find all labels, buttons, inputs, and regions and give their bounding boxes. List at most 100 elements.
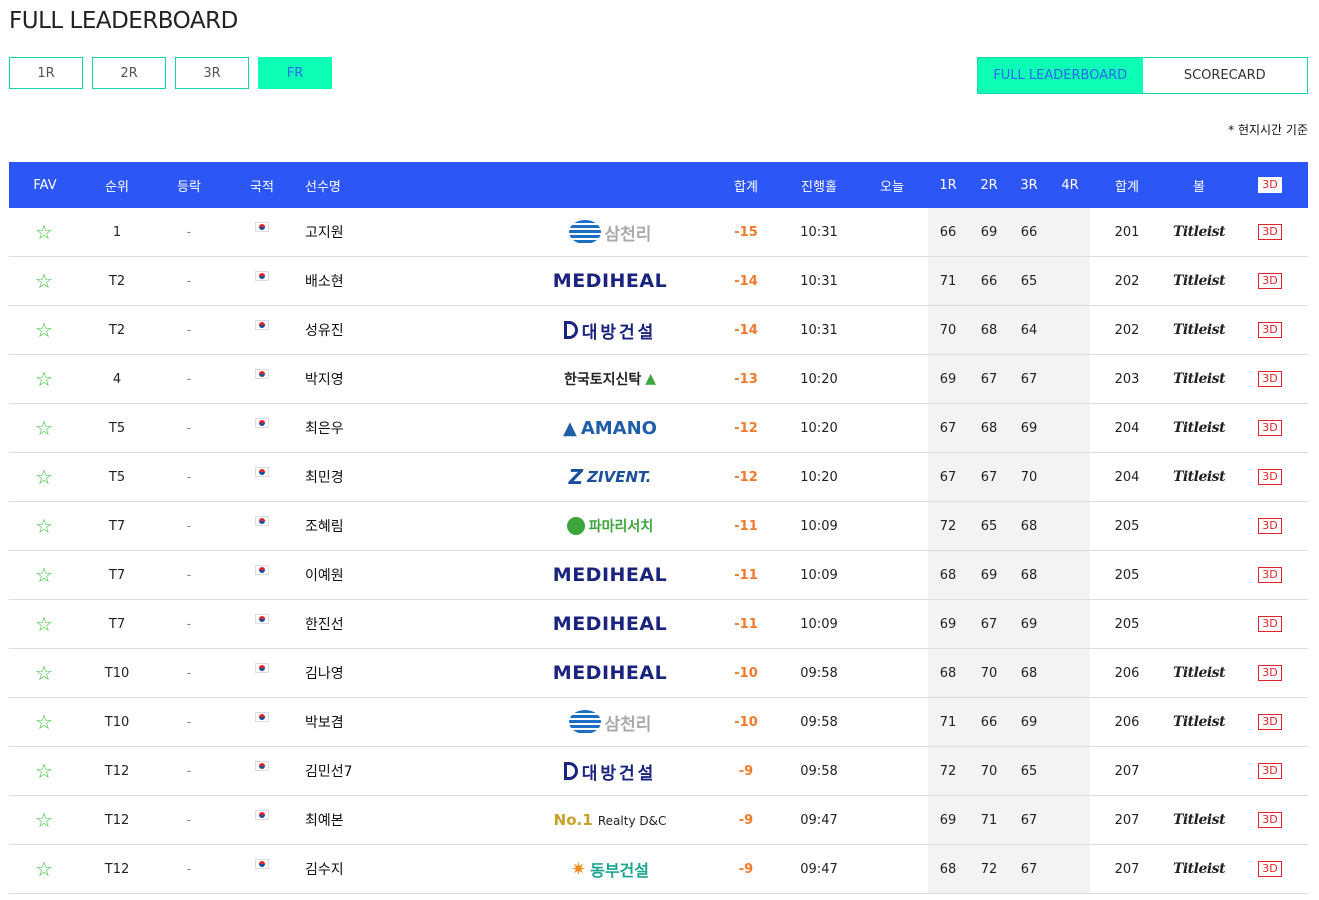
view-3d-button[interactable]: 3D xyxy=(1258,420,1282,436)
round-3-score: 68 xyxy=(1020,665,1038,681)
pamari-logo-icon xyxy=(566,517,585,535)
view-3d-button[interactable]: 3D xyxy=(1258,665,1282,681)
total-strokes: 205 xyxy=(1114,567,1140,583)
view-3d-button[interactable]: 3D xyxy=(1258,322,1282,338)
sponsor-name: MEDIHEAL xyxy=(552,270,668,292)
position-change: - xyxy=(186,861,192,877)
round-3-score: 69 xyxy=(1020,714,1038,730)
round-1-score: 69 xyxy=(939,812,957,828)
sponsor-logo: 대방건설 xyxy=(563,318,657,343)
scorecard-button[interactable]: SCORECARD xyxy=(1143,58,1308,93)
thru: 10:20 xyxy=(800,371,838,387)
favorite-star-icon[interactable]: ☆ xyxy=(35,514,53,538)
sponsor-logo: MEDIHEAL xyxy=(553,613,667,635)
lt-logo-icon: ▲ xyxy=(645,371,657,387)
player-name[interactable]: 박지영 xyxy=(305,355,425,403)
round-1-score: 70 xyxy=(939,322,957,338)
favorite-star-icon[interactable]: ☆ xyxy=(35,661,53,685)
samchully-logo-icon xyxy=(568,220,601,244)
round-2-score: 67 xyxy=(980,371,998,387)
view-3d-button[interactable]: 3D xyxy=(1258,616,1282,632)
player-name[interactable]: 최예본 xyxy=(305,796,425,844)
full-leaderboard-button[interactable]: FULL LEADERBOARD xyxy=(978,58,1143,93)
player-name[interactable]: 배소현 xyxy=(305,257,425,305)
sponsor-logo: ✷ 동부건설 xyxy=(571,857,649,881)
sponsor-name: 한국토지신탁 xyxy=(563,372,642,388)
view-3d-button[interactable]: 3D xyxy=(1258,763,1282,779)
ball-brand: Titleist xyxy=(1172,371,1226,387)
view-3d-button[interactable]: 3D xyxy=(1258,812,1282,828)
favorite-star-icon[interactable]: ☆ xyxy=(35,465,53,489)
favorite-star-icon[interactable]: ☆ xyxy=(35,416,53,440)
thru: 09:58 xyxy=(800,665,838,681)
daebang-logo-icon xyxy=(563,762,578,780)
tab-1r[interactable]: 1R xyxy=(9,57,83,89)
round-1-score: 68 xyxy=(939,567,957,583)
header-rank: 순위 xyxy=(105,179,129,195)
player-name[interactable]: 한진선 xyxy=(305,600,425,648)
player-name[interactable]: 조혜림 xyxy=(305,502,425,550)
player-name[interactable]: 김수지 xyxy=(305,845,425,893)
sponsor-logo: 삼천리 xyxy=(568,220,651,245)
leaderboard-table: FAV 순위 등락 국적 선수명 합계 진행홀 오늘 1R 2R 3R 4R 합… xyxy=(9,162,1308,894)
korea-flag-icon xyxy=(255,222,269,232)
view-3d-button[interactable]: 3D xyxy=(1258,224,1282,240)
view-3d-button[interactable]: 3D xyxy=(1258,861,1282,877)
sponsor-logo: MEDIHEAL xyxy=(553,270,667,292)
amano-logo-icon: ▲ xyxy=(563,417,577,439)
player-name[interactable]: 성유진 xyxy=(305,306,425,354)
round-3-score: 66 xyxy=(1020,224,1038,240)
round-2-score: 71 xyxy=(980,812,998,828)
view-3d-button[interactable]: 3D xyxy=(1258,518,1282,534)
player-name[interactable]: 이예원 xyxy=(305,551,425,599)
round-1-score: 67 xyxy=(939,469,957,485)
tab-3r[interactable]: 3R xyxy=(175,57,249,89)
favorite-star-icon[interactable]: ☆ xyxy=(35,612,53,636)
view-3d-button[interactable]: 3D xyxy=(1258,371,1282,387)
player-name[interactable]: 고지원 xyxy=(305,208,425,256)
favorite-star-icon[interactable]: ☆ xyxy=(35,857,53,881)
player-name[interactable]: 최민경 xyxy=(305,453,425,501)
favorite-star-icon[interactable]: ☆ xyxy=(35,220,53,244)
thru: 10:09 xyxy=(800,567,838,583)
rank: T12 xyxy=(104,763,130,779)
round-1-score: 72 xyxy=(939,518,957,534)
position-change: - xyxy=(186,322,192,338)
round-2-score: 70 xyxy=(980,665,998,681)
rank: T2 xyxy=(108,322,126,338)
round-1-score: 68 xyxy=(939,861,957,877)
position-change: - xyxy=(186,224,192,240)
view-3d-button[interactable]: 3D xyxy=(1258,273,1282,289)
thru: 10:09 xyxy=(800,518,838,534)
korea-flag-icon xyxy=(255,369,269,379)
favorite-star-icon[interactable]: ☆ xyxy=(35,563,53,587)
view-3d-button[interactable]: 3D xyxy=(1258,714,1282,730)
view-3d-button[interactable]: 3D xyxy=(1258,567,1282,583)
player-name[interactable]: 최은우 xyxy=(305,404,425,452)
round-1-score: 67 xyxy=(939,420,957,436)
table-row: ☆ T12 - 김수지 ✷ 동부건설 -9 09:47 68 72 67 207 … xyxy=(9,845,1308,894)
round-3-score: 68 xyxy=(1020,567,1038,583)
favorite-star-icon[interactable]: ☆ xyxy=(35,808,53,832)
sponsor-name: MEDIHEAL xyxy=(552,662,668,684)
favorite-star-icon[interactable]: ☆ xyxy=(35,759,53,783)
tab-2r[interactable]: 2R xyxy=(92,57,166,89)
round-3-score: 67 xyxy=(1020,371,1038,387)
header-move: 등락 xyxy=(177,179,201,195)
position-change: - xyxy=(186,567,192,583)
total-strokes: 202 xyxy=(1114,273,1140,289)
page-title: FULL LEADERBOARD xyxy=(9,8,238,34)
tab-fr[interactable]: FR xyxy=(258,57,332,89)
favorite-star-icon[interactable]: ☆ xyxy=(35,269,53,293)
favorite-star-icon[interactable]: ☆ xyxy=(35,367,53,391)
rank: T2 xyxy=(108,273,126,289)
view-3d-button[interactable]: 3D xyxy=(1258,469,1282,485)
player-name[interactable]: 박보겸 xyxy=(305,698,425,746)
player-name[interactable]: 김민선7 xyxy=(305,747,425,795)
thru: 10:31 xyxy=(800,273,838,289)
sponsor-name: MEDIHEAL xyxy=(552,613,668,635)
favorite-star-icon[interactable]: ☆ xyxy=(35,318,53,342)
favorite-star-icon[interactable]: ☆ xyxy=(35,710,53,734)
player-name[interactable]: 김나영 xyxy=(305,649,425,697)
zivent-logo-icon: Z xyxy=(568,465,584,489)
